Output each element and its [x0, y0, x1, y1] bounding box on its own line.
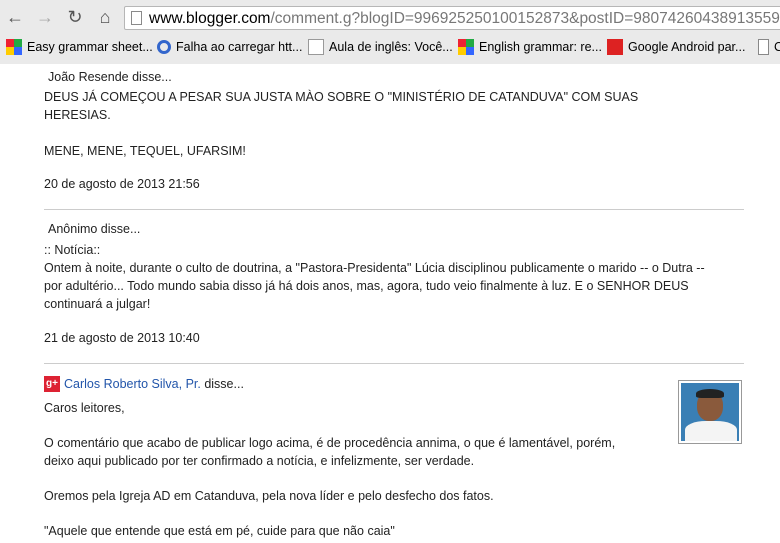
android-icon: [607, 39, 623, 55]
comment-date[interactable]: 20 de agosto de 2013 21:56: [44, 177, 200, 191]
home-icon[interactable]: ⌂: [94, 6, 116, 28]
comment-author: Carlos Roberto Silva, Pr. disse...: [64, 377, 244, 391]
author-profile-link[interactable]: Carlos Roberto Silva, Pr.: [64, 377, 201, 391]
bookmark-aula-ingles[interactable]: Aula de inglês: Você...: [308, 38, 453, 56]
comment-line: Ontem à noite, durante o culto de doutri…: [44, 261, 705, 275]
grid-icon: [458, 39, 474, 55]
browser-chrome: ← → ↻ ⌂ www.blogger.com/comment.g?blogID…: [0, 0, 780, 64]
bookmark-label: C: [774, 40, 780, 54]
url-path: /comment.g?blogID=996925250100152873&pos…: [270, 10, 780, 27]
page-icon: [758, 39, 769, 55]
bookmark-google-android[interactable]: Google Android par...: [607, 38, 745, 56]
bookmark-easy-grammar[interactable]: Easy grammar sheet...: [6, 38, 153, 56]
forward-arrow-icon[interactable]: →: [34, 6, 56, 28]
bookmark-c[interactable]: C: [758, 38, 780, 56]
google-plus-icon[interactable]: g+: [44, 376, 60, 392]
reload-icon[interactable]: ↻: [64, 6, 86, 28]
comment-line: deixo aqui publicado por ter confirmado …: [44, 454, 475, 468]
bookmarks-bar: Easy grammar sheet... Falha ao carregar …: [0, 36, 780, 58]
avatar-photo: [681, 383, 739, 441]
bookmark-label: English grammar: re...: [479, 40, 602, 54]
url-text: www.blogger.com/comment.g?blogID=9969252…: [149, 9, 780, 28]
comment-line: Oremos pela Igreja AD em Catanduva, pela…: [44, 489, 494, 503]
address-bar[interactable]: www.blogger.com/comment.g?blogID=9969252…: [124, 6, 780, 30]
comment-line: HERESIAS.: [44, 108, 111, 122]
mountain-icon: [308, 39, 324, 55]
comment-divider: [44, 209, 744, 210]
grid-icon: [6, 39, 22, 55]
comment-line: continuará a julgar!: [44, 297, 151, 311]
bookmark-label: Falha ao carregar htt...: [176, 40, 303, 54]
bookmark-falha[interactable]: Falha ao carregar htt...: [157, 38, 302, 56]
comment-line: "Aquele que entende que está em pé, cuid…: [44, 524, 395, 538]
comment-author: João Resende disse...: [48, 70, 172, 84]
avatar[interactable]: [678, 380, 742, 444]
bookmark-english-grammar[interactable]: English grammar: re...: [458, 38, 602, 56]
comment-line: O comentário que acabo de publicar logo …: [44, 436, 616, 450]
bookmark-label: Easy grammar sheet...: [27, 40, 153, 54]
avatar-hair: [696, 389, 724, 398]
author-suffix: disse...: [200, 377, 244, 391]
comment-line: Caros leitores,: [44, 401, 125, 415]
back-arrow-icon[interactable]: ←: [4, 6, 26, 28]
comment-line: por adultério... Todo mundo sabia disso …: [44, 279, 689, 293]
browser-toolbar: ← → ↻ ⌂ www.blogger.com/comment.g?blogID…: [0, 0, 780, 36]
comment-line: :: Notícia::: [44, 243, 101, 257]
comment-divider: [44, 363, 744, 364]
bookmark-label: Google Android par...: [628, 40, 746, 54]
url-host: www.blogger.com: [149, 10, 271, 27]
comment-line: DEUS JÁ COMEÇOU A PESAR SUA JUSTA MÀO SO…: [44, 90, 639, 104]
comment-date[interactable]: 21 de agosto de 2013 10:40: [44, 331, 200, 345]
page-icon: [131, 11, 142, 25]
bookmark-label: Aula de inglês: Você...: [329, 40, 453, 54]
comment-line: MENE, MENE, TEQUEL, UFARSIM!: [44, 144, 246, 158]
avatar-shirt: [685, 421, 737, 441]
comments-page: João Resende disse... DEUS JÁ COMEÇOU A …: [0, 64, 780, 543]
loading-icon: [157, 40, 171, 54]
comment-author: Anônimo disse...: [48, 222, 141, 236]
